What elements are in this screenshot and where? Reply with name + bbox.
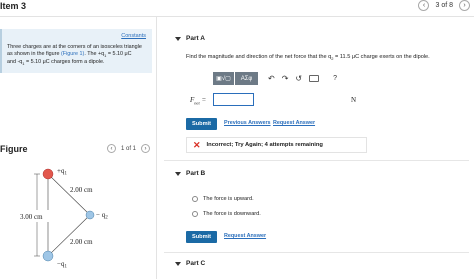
triangle-side-upper: [47, 173, 91, 216]
option-upward[interactable]: The force is upward.: [192, 196, 254, 202]
header-divider: [0, 16, 474, 17]
part-c-header[interactable]: Part C: [175, 260, 205, 267]
answer-unit: N: [351, 96, 357, 104]
part-a-submit-button[interactable]: Submit: [186, 118, 217, 130]
feedback-text: Incorrect; Try Again; 4 attempts remaini…: [206, 142, 323, 148]
collapse-triangle-icon: [175, 36, 181, 41]
reset-icon[interactable]: ↺: [295, 74, 302, 83]
label-plus-q1: +q1: [57, 167, 67, 177]
radio-button[interactable]: [192, 211, 198, 217]
part-a-label: Part A: [186, 35, 205, 42]
chevron-left-icon[interactable]: ‹: [107, 144, 116, 153]
answer-input[interactable]: [213, 93, 254, 106]
chevron-right-icon[interactable]: ›: [141, 144, 151, 153]
part-b-header[interactable]: Part B: [175, 170, 205, 177]
part-b-label: Part B: [186, 170, 206, 177]
radio-button[interactable]: [192, 196, 198, 202]
option-downward-label: The force is downward.: [203, 211, 261, 217]
label-dist-upper: 2.00 cm: [70, 186, 93, 194]
keyboard-icon[interactable]: [309, 75, 320, 82]
pager-text: 3 of 8: [435, 2, 453, 9]
intro-box: Constants Three charges are at the corne…: [0, 29, 152, 73]
x-icon: ✕: [193, 139, 201, 150]
column-divider: [156, 16, 157, 279]
figure-pager: ‹ 1 of 1 ›: [107, 144, 151, 153]
option-upward-label: The force is upward.: [203, 196, 254, 202]
positive-charge: [42, 168, 54, 180]
constants-link[interactable]: Constants: [121, 33, 146, 39]
part-c-label: Part C: [186, 260, 206, 267]
label-dist-vertical: 3.00 cm: [20, 213, 43, 221]
math-toolbar: ▣√▢ AΣφ: [213, 72, 258, 85]
charge-q2: [85, 210, 95, 220]
question-text-a: Find the magnitude and direction of the …: [186, 54, 332, 60]
chevron-left-icon[interactable]: ‹: [418, 0, 430, 11]
intro-line3b: = 5.10 μC charges form a dipole.: [24, 59, 105, 66]
collapse-triangle-icon: [175, 171, 181, 176]
figure-label: Figure: [0, 144, 28, 154]
intro-line2c: = 5.10 μC: [106, 50, 132, 57]
charge-triangle-figure: +q1 2.00 cm − q2 3.00 cm 2.00 cm −q1: [10, 167, 108, 270]
feedback-box: ✕ Incorrect; Try Again; 4 attempts remai…: [186, 137, 367, 153]
negative-charge: [42, 250, 54, 262]
intro-line1: Three charges are at the corners of an i…: [7, 44, 142, 50]
undo-icon[interactable]: ↶: [268, 74, 275, 83]
collapse-triangle-icon: [175, 261, 181, 266]
label-dist-lower: 2.00 cm: [70, 238, 93, 246]
intro-line2b: . The +q: [84, 50, 105, 57]
greek-symbols-button[interactable]: AΣφ: [235, 72, 258, 85]
previous-answers-link[interactable]: Previous Answers: [224, 120, 271, 126]
part-a-header[interactable]: Part A: [175, 35, 205, 42]
part-a-question: Find the magnitude and direction of the …: [186, 54, 430, 61]
label-q2: − q2: [96, 211, 108, 221]
item-title: Item 3: [0, 1, 27, 11]
part-b-submit-button[interactable]: Submit: [186, 231, 217, 243]
chevron-right-icon[interactable]: ›: [459, 0, 470, 11]
part-b-request-answer-link[interactable]: Request Answer: [224, 233, 266, 239]
var-eq: =: [199, 96, 207, 104]
intro-text: Three charges are at the corners of an i…: [7, 44, 151, 68]
edit-toolbar: ↶ ↷ ↺ ?: [268, 74, 337, 83]
figure-counter: 1 of 1: [121, 145, 137, 152]
templates-button[interactable]: ▣√▢: [213, 72, 234, 85]
intro-line2a: as shown in the figure: [7, 50, 61, 57]
label-minus-q1: −q1: [57, 260, 67, 270]
item-pager: ‹ 3 of 8 ›: [418, 0, 470, 11]
redo-icon[interactable]: ↷: [282, 74, 289, 83]
part-divider: [164, 160, 469, 161]
answer-variable-label: Fnet =: [190, 96, 206, 105]
figure-link[interactable]: (Figure 1): [61, 51, 84, 57]
part-divider: [164, 252, 469, 253]
intro-line3a: and -q: [7, 59, 23, 66]
request-answer-link[interactable]: Request Answer: [273, 120, 315, 126]
option-downward[interactable]: The force is downward.: [192, 211, 261, 217]
question-text-b: = 11.5 μC charge exerts on the dipole.: [333, 54, 430, 60]
help-button[interactable]: ?: [333, 75, 337, 82]
